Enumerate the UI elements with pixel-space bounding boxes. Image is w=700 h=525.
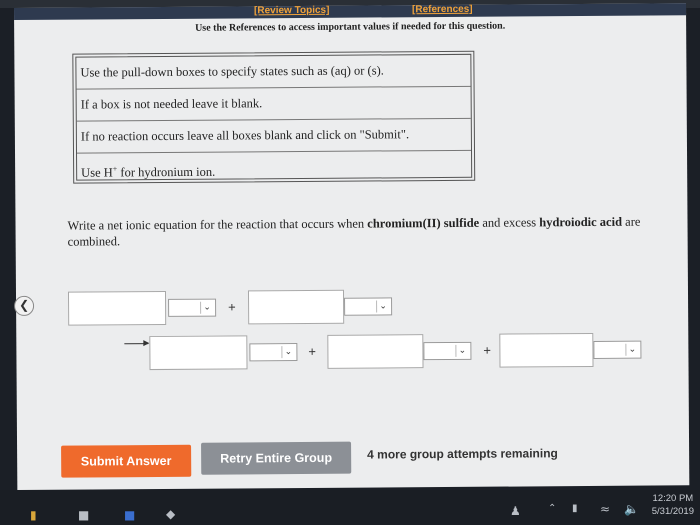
- reactant-1-input[interactable]: [67, 290, 167, 326]
- question-text: Write a net ionic equation for the react…: [67, 214, 641, 249]
- product-2-input[interactable]: [327, 334, 424, 369]
- reactant-1-state-select[interactable]: ⌄: [168, 298, 217, 317]
- product-1-input[interactable]: [149, 335, 248, 371]
- instructions-box: Use the pull-down boxes to specify state…: [72, 50, 476, 184]
- reactant-2-input[interactable]: [247, 289, 345, 325]
- instruction-blank: If a box is not needed leave it blank.: [76, 86, 471, 122]
- chevron-down-icon: ⌄: [625, 343, 639, 356]
- taskbar-clock[interactable]: 12:20 PM 5/31/2019: [652, 492, 694, 518]
- review-topics-link[interactable]: [Review Topics]: [254, 5, 329, 17]
- people-icon[interactable]: ♟: [510, 504, 521, 518]
- chevron-down-icon: ⌄: [281, 346, 295, 359]
- instruction-no-reaction: If no reaction occurs leave all boxes bl…: [76, 118, 472, 154]
- reactant-2-state-select[interactable]: ⌄: [344, 297, 393, 316]
- taskbar: ▮ ■ ■ ◆ ♟ ⌃ ▮ ≈ 🔈 12:20 PM 5/31/2019: [0, 490, 700, 525]
- chevron-down-icon: ⌄: [455, 344, 469, 357]
- app-icon[interactable]: ■: [124, 508, 135, 522]
- question-page: [Review Topics] [References] Use the Ref…: [14, 3, 690, 490]
- app-icon[interactable]: ■: [78, 508, 89, 522]
- product-3-input[interactable]: [499, 332, 594, 368]
- reaction-arrow: [124, 343, 149, 345]
- battery-icon[interactable]: ▮: [572, 503, 578, 514]
- references-link[interactable]: [References]: [412, 4, 473, 15]
- product-3-state-select[interactable]: ⌄: [593, 340, 642, 359]
- wifi-icon[interactable]: ≈: [600, 502, 610, 516]
- product-2-state-select[interactable]: ⌄: [423, 341, 472, 361]
- plus-sign: +: [228, 299, 236, 315]
- attempts-remaining: 4 more group attempts remaining: [367, 446, 558, 462]
- submit-answer-button[interactable]: Submit Answer: [61, 444, 192, 478]
- chevron-down-icon: ⌄: [376, 300, 390, 313]
- instruction-states: Use the pull-down boxes to specify state…: [76, 54, 471, 90]
- plus-sign: +: [483, 342, 492, 358]
- product-1-state-select[interactable]: ⌄: [249, 343, 298, 362]
- reactant-hydroiodic-acid: hydroiodic acid: [539, 214, 623, 230]
- plus-sign: +: [308, 343, 317, 359]
- chevron-up-icon[interactable]: ⌃: [548, 503, 556, 514]
- clock-date: 5/31/2019: [651, 506, 694, 517]
- collapse-left-icon[interactable]: ❮: [14, 295, 35, 317]
- app-icon[interactable]: ◆: [166, 507, 175, 521]
- retry-entire-group-button[interactable]: Retry Entire Group: [201, 441, 352, 475]
- chevron-down-icon: ⌄: [200, 301, 214, 314]
- clock-time: 12:20 PM: [652, 493, 694, 504]
- references-note: Use the References to access important v…: [195, 20, 506, 34]
- instruction-hydronium: Use H+ for hydronium ion.: [81, 164, 216, 180]
- folder-icon[interactable]: ▮: [30, 508, 37, 522]
- reactant-chromium-sulfide: chromium(II) sulfide: [367, 215, 480, 231]
- volume-icon[interactable]: 🔈: [624, 502, 639, 516]
